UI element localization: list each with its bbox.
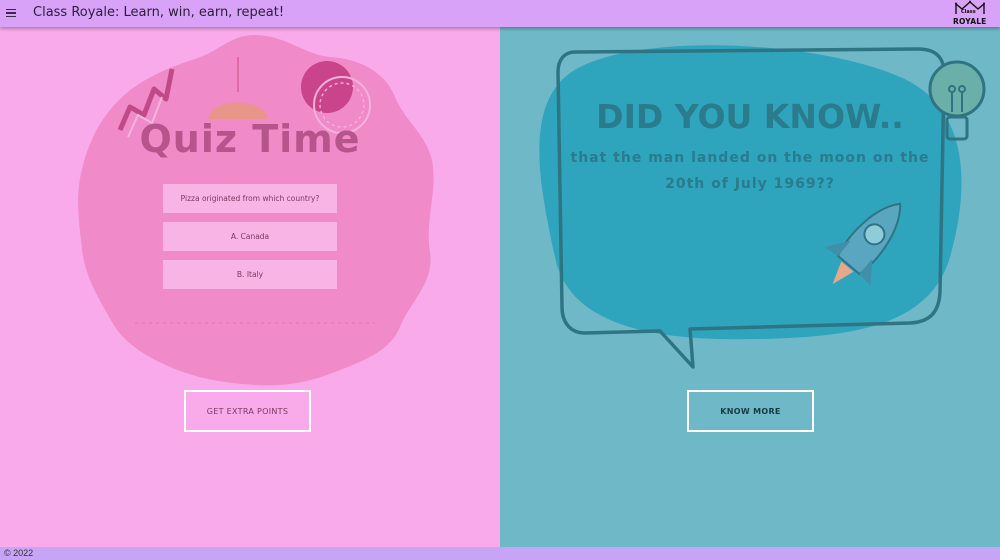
did-you-know-panel: DID YOU KNOW.. that the man landed on th… xyxy=(500,27,1000,547)
did-you-know-title: DID YOU KNOW.. xyxy=(596,97,904,136)
footer: © 2022 xyxy=(0,547,1000,560)
quiz-question: Pizza originated from which country? xyxy=(163,184,337,213)
get-extra-points-button[interactable]: GET EXTRA POINTS xyxy=(184,390,311,432)
logo-text-class: Class xyxy=(961,9,976,15)
did-you-know-fact: that the man landed on the moon on the 2… xyxy=(570,150,930,192)
class-royale-logo[interactable]: Class ROYALE xyxy=(950,0,990,27)
quiz-title: Quiz Time xyxy=(139,117,361,161)
top-app-bar: Class Royale: Learn, win, earn, repeat! … xyxy=(0,0,1000,27)
know-more-button[interactable]: KNOW MORE xyxy=(687,390,814,432)
quiz-option-b[interactable]: B. Italy xyxy=(163,260,337,289)
app-title: Class Royale: Learn, win, earn, repeat! xyxy=(33,5,285,20)
quiz-panel: Quiz Time Pizza originated from which co… xyxy=(0,27,500,547)
hamburger-menu-icon[interactable] xyxy=(6,9,16,18)
quiz-option-a[interactable]: A. Canada xyxy=(163,222,337,251)
copyright-text: © 2022 xyxy=(4,548,34,558)
logo-text-royale: ROYALE xyxy=(953,17,987,26)
